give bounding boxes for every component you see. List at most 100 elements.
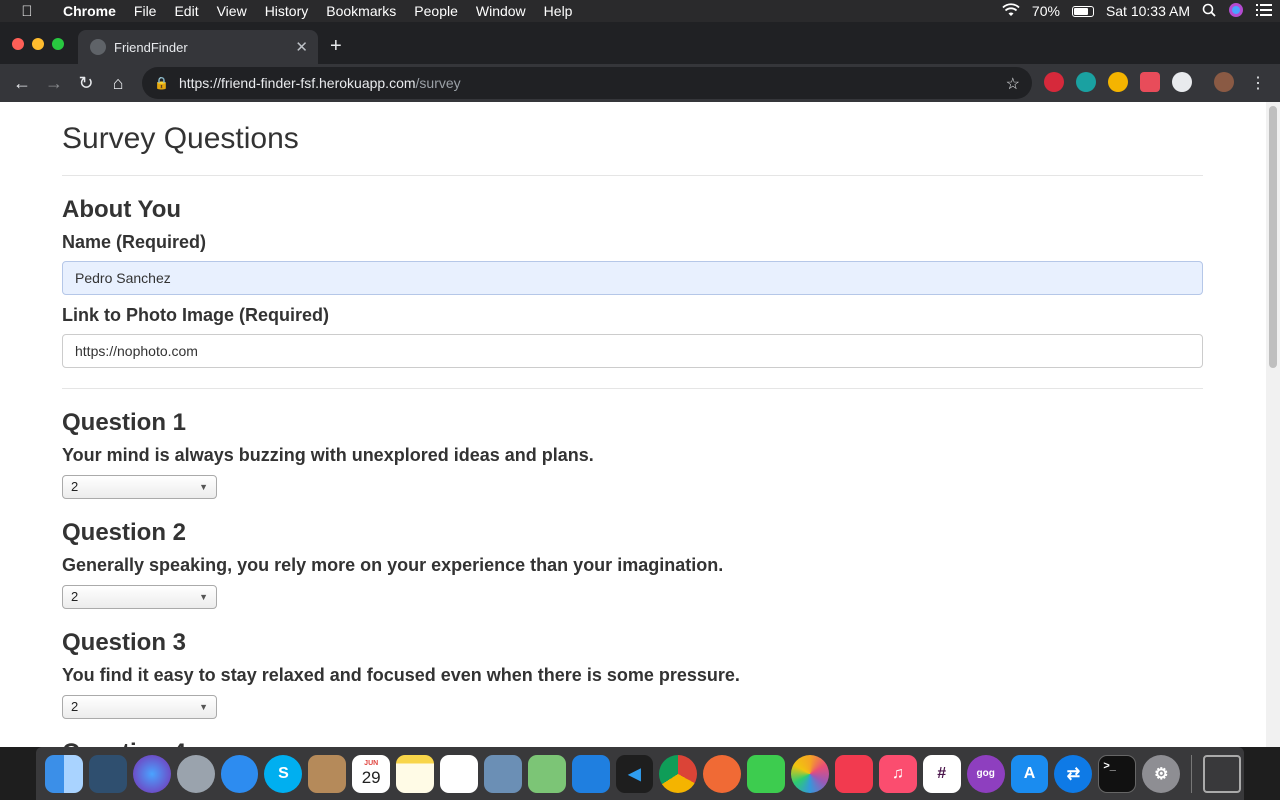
question-3-text: You find it easy to stay relaxed and foc… <box>62 665 740 685</box>
xcode-icon[interactable] <box>571 754 610 793</box>
maps-icon[interactable] <box>527 754 566 793</box>
reminders-icon[interactable] <box>440 754 478 793</box>
system-preferences-icon[interactable]: ⚙ <box>1142 754 1181 793</box>
teamviewer-icon[interactable]: ⇄ <box>1054 754 1093 793</box>
clock[interactable]: Sat 10:33 AM <box>1106 3 1190 19</box>
menu-history[interactable]: History <box>256 0 318 22</box>
bookmark-star-icon[interactable]: ☆ <box>1006 74 1020 94</box>
question-2-select[interactable]: 2 ▼ <box>62 585 217 609</box>
skype-icon[interactable]: S <box>264 754 303 793</box>
menu-edit[interactable]: Edit <box>165 0 207 22</box>
dock-area: S JUN 29 ◀ ♫ # gog A ⇄ >_ ⚙ <box>0 747 1280 800</box>
mysql-workbench-icon[interactable] <box>88 754 127 793</box>
window-controls <box>12 38 64 50</box>
news-icon[interactable] <box>835 754 873 793</box>
divider <box>62 388 1203 389</box>
siri-icon[interactable] <box>1228 2 1244 21</box>
spotlight-search-icon[interactable] <box>1202 3 1216 20</box>
photo-url-input[interactable]: https://nophoto.com <box>62 334 1203 368</box>
app-store-icon[interactable]: A <box>1010 754 1049 793</box>
url-path: /survey <box>415 75 461 91</box>
reload-button[interactable]: ↻ <box>70 73 102 94</box>
tab-title: FriendFinder <box>114 39 188 55</box>
menu-help[interactable]: Help <box>535 0 582 22</box>
back-button[interactable]: ← <box>6 73 38 94</box>
new-tab-button[interactable]: + <box>330 36 342 56</box>
question-1-select[interactable]: 2 ▼ <box>62 475 217 499</box>
pencil-app-icon[interactable] <box>703 754 742 793</box>
preview-icon[interactable] <box>483 754 522 793</box>
gog-galaxy-icon[interactable]: gog <box>966 754 1005 793</box>
page-title: Survey Questions <box>62 122 299 155</box>
question-2-heading: Question 2 <box>62 519 187 546</box>
question-3-selected-value: 2 <box>71 699 79 714</box>
ublock-extension-icon[interactable] <box>1044 72 1064 92</box>
scrollbar-thumb[interactable] <box>1269 106 1277 368</box>
close-window-button[interactable] <box>12 38 24 50</box>
browser-toolbar: ← → ↻ ⌂ 🔒 https://friend-finder-fsf.hero… <box>0 64 1280 102</box>
menu-bookmarks[interactable]: Bookmarks <box>317 0 405 22</box>
safari-icon[interactable] <box>220 754 259 793</box>
chrome-icon[interactable] <box>659 754 698 793</box>
menu-people[interactable]: People <box>405 0 467 22</box>
chrome-extension-icon[interactable] <box>1108 72 1128 92</box>
divider <box>62 175 1203 176</box>
facetime-icon[interactable] <box>747 754 786 793</box>
calendar-month: JUN <box>364 759 379 767</box>
extensions-area <box>1044 72 1234 92</box>
apple-menu-icon[interactable]:  <box>0 3 54 20</box>
question-3-select[interactable]: 2 ▼ <box>62 695 217 719</box>
profile-avatar[interactable] <box>1214 72 1234 92</box>
browser-tab-strip: FriendFinder ✕ + <box>0 22 1280 64</box>
home-button[interactable]: ⌂ <box>102 73 134 94</box>
page-scrollbar[interactable] <box>1266 102 1280 747</box>
photo-label: Link to Photo Image (Required) <box>62 305 330 325</box>
menu-app-chrome[interactable]: Chrome <box>54 0 125 22</box>
terminal-icon[interactable]: >_ <box>1098 754 1137 793</box>
dropdown-arrow-icon: ▼ <box>199 702 208 712</box>
menu-view[interactable]: View <box>208 0 256 22</box>
screencastify-extension-icon[interactable] <box>1140 72 1160 92</box>
question-1-selected-value: 2 <box>71 479 79 494</box>
menu-file[interactable]: File <box>125 0 166 22</box>
about-heading: About You <box>62 196 182 223</box>
question-4-heading: Question 4 <box>62 739 186 747</box>
question-2-text: Generally speaking, you rely more on you… <box>62 555 724 575</box>
address-bar[interactable]: 🔒 https://friend-finder-fsf.herokuapp.co… <box>142 67 1032 99</box>
menu-window[interactable]: Window <box>467 0 535 22</box>
name-input[interactable]: Pedro Sanchez <box>62 261 1203 295</box>
amazon-assistant-extension-icon[interactable] <box>1076 72 1096 92</box>
lock-icon[interactable]: 🔒 <box>154 76 169 90</box>
name-label: Name (Required) <box>62 232 207 252</box>
dropdown-arrow-icon: ▼ <box>199 592 208 602</box>
zoom-window-button[interactable] <box>52 38 64 50</box>
browser-tab-friendfinder[interactable]: FriendFinder ✕ <box>78 30 318 64</box>
page-viewport: Survey Questions About You Name (Require… <box>0 102 1266 747</box>
close-tab-icon[interactable]: ✕ <box>295 38 308 56</box>
extension-icon[interactable] <box>1172 72 1192 92</box>
photos-icon[interactable] <box>791 754 830 793</box>
notification-center-icon[interactable] <box>1256 3 1272 20</box>
launchpad-icon[interactable] <box>176 754 215 793</box>
slack-icon[interactable]: # <box>922 754 961 793</box>
notes-icon[interactable] <box>396 754 435 793</box>
globe-icon <box>90 39 106 55</box>
battery-icon[interactable] <box>1071 5 1094 17</box>
question-3-heading: Question 3 <box>62 629 187 656</box>
siri-icon[interactable] <box>132 754 171 793</box>
finder-icon[interactable] <box>45 754 83 793</box>
vscode-icon[interactable]: ◀ <box>615 754 654 793</box>
wifi-icon[interactable] <box>1002 2 1020 20</box>
minimize-window-button[interactable] <box>32 38 44 50</box>
url-host: https://friend-finder-fsf.herokuapp.com <box>178 75 416 91</box>
question-2-selected-value: 2 <box>71 589 79 604</box>
calendar-icon[interactable]: JUN 29 <box>352 754 391 793</box>
macos-menu-bar:  Chrome File Edit View History Bookmark… <box>0 0 1280 22</box>
calendar-day: 29 <box>361 767 381 787</box>
chrome-menu-icon[interactable]: ⋮ <box>1250 73 1266 93</box>
music-icon[interactable]: ♫ <box>878 754 917 793</box>
contacts-icon[interactable] <box>308 754 347 793</box>
forward-button[interactable]: → <box>38 73 70 94</box>
trash-icon[interactable] <box>1203 754 1242 793</box>
dock: S JUN 29 ◀ ♫ # gog A ⇄ >_ ⚙ <box>36 747 1244 800</box>
